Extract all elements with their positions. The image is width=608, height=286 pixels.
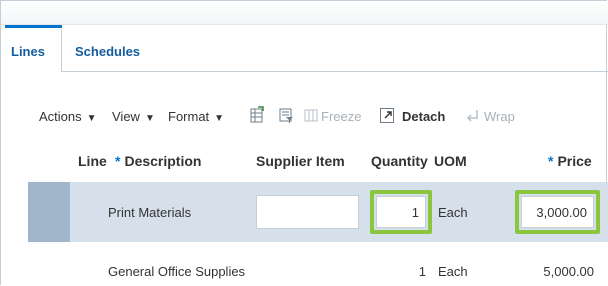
column-header-description-label: Description bbox=[124, 153, 202, 169]
freeze-icon[interactable] bbox=[303, 106, 319, 124]
row-price: 5,000.00 bbox=[543, 264, 594, 279]
column-header-line[interactable]: Line bbox=[78, 153, 107, 169]
actions-menu-label: Actions bbox=[39, 109, 82, 124]
column-header-price[interactable]: * Price bbox=[548, 153, 592, 169]
query-by-example-icon[interactable] bbox=[278, 106, 294, 124]
column-header-supplier-item[interactable]: Supplier Item bbox=[256, 153, 345, 169]
view-menu-label: View bbox=[112, 109, 140, 124]
row-selector[interactable] bbox=[28, 182, 70, 242]
tab-divider bbox=[61, 29, 62, 72]
required-marker: * bbox=[548, 153, 554, 169]
table-header: Line * Description Supplier Item Quantity… bbox=[1, 141, 608, 181]
wrap-icon[interactable] bbox=[465, 106, 481, 124]
panel-top-strip bbox=[1, 1, 608, 25]
column-header-price-label: Price bbox=[557, 153, 592, 169]
quantity-input[interactable] bbox=[376, 196, 426, 228]
table-toolbar: Actions ▼ View ▼ Format ▼ Freeze Detach … bbox=[1, 101, 608, 131]
row-description: Print Materials bbox=[108, 205, 192, 220]
required-marker: * bbox=[115, 153, 121, 169]
tab-schedules[interactable]: Schedules bbox=[75, 44, 140, 59]
view-menu[interactable]: View ▼ bbox=[112, 109, 155, 124]
format-menu[interactable]: Format ▼ bbox=[168, 109, 224, 124]
format-menu-label: Format bbox=[168, 109, 210, 124]
active-tab-indicator bbox=[5, 25, 62, 28]
row-uom: Each bbox=[438, 205, 468, 220]
row-uom: Each bbox=[438, 264, 468, 279]
column-header-uom[interactable]: UOM bbox=[434, 153, 467, 169]
price-input[interactable] bbox=[521, 196, 594, 228]
row-quantity: 1 bbox=[418, 264, 426, 279]
freeze-button[interactable]: Freeze bbox=[321, 109, 361, 124]
row-description: General Office Supplies bbox=[108, 264, 246, 279]
chevron-down-icon: ▼ bbox=[214, 113, 225, 124]
chevron-down-icon: ▼ bbox=[86, 113, 97, 124]
column-header-quantity[interactable]: Quantity bbox=[371, 153, 428, 169]
lines-panel: Lines Schedules Actions ▼ View ▼ Format ▼ F… bbox=[0, 0, 608, 286]
column-header-description[interactable]: * Description bbox=[115, 153, 201, 169]
chevron-down-icon: ▼ bbox=[144, 113, 155, 124]
wrap-button[interactable]: Wrap bbox=[484, 109, 515, 124]
supplier-item-input[interactable] bbox=[256, 195, 359, 229]
export-icon[interactable] bbox=[249, 106, 265, 124]
detach-icon[interactable] bbox=[379, 106, 395, 124]
tabs-baseline bbox=[61, 71, 608, 72]
tab-lines[interactable]: Lines bbox=[11, 44, 45, 59]
detach-button[interactable]: Detach bbox=[402, 109, 445, 124]
actions-menu[interactable]: Actions ▼ bbox=[39, 109, 97, 124]
